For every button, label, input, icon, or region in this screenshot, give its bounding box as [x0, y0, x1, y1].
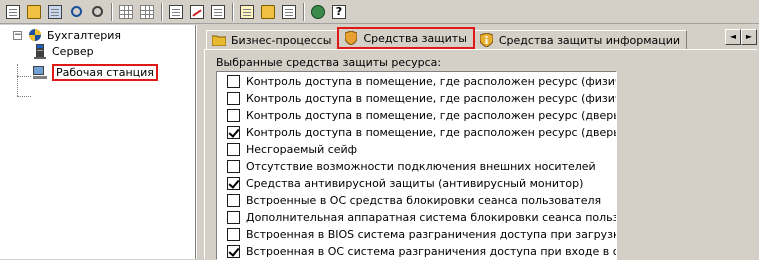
- tab-info-protection-tools[interactable]: Средства защиты информации: [473, 30, 688, 49]
- checkbox[interactable]: [227, 109, 240, 122]
- tab-label: Средства защиты: [363, 31, 467, 45]
- details-pane: Бизнес-процессы Средства защиты Средства…: [202, 25, 759, 260]
- folder-icon[interactable]: [238, 3, 256, 21]
- tree-connector: [17, 64, 18, 96]
- info-shield-icon: [480, 33, 494, 47]
- tab-label: Средства защиты информации: [498, 33, 681, 47]
- checkbox-checked[interactable]: [227, 126, 240, 139]
- list-item[interactable]: Контроль доступа в помещение, где распол…: [227, 107, 617, 124]
- tab-scroll-left-button[interactable]: ◄: [725, 29, 741, 45]
- list-item-label: Контроль доступа в помещение, где распол…: [246, 75, 616, 88]
- list-item[interactable]: Контроль доступа в помещение, где распол…: [227, 90, 616, 107]
- checkbox[interactable]: [227, 92, 240, 105]
- shield-icon: [344, 31, 358, 45]
- checkbox[interactable]: [227, 211, 240, 224]
- list-item[interactable]: Средства антивирусной защиты (антивирусн…: [227, 175, 583, 192]
- zoom-icon[interactable]: [88, 3, 106, 21]
- organization-icon: [27, 27, 43, 43]
- list-item-label: Несгораемый сейф: [246, 143, 358, 156]
- tab-business-processes[interactable]: Бизнес-процессы: [206, 30, 339, 49]
- list-item-label: Встроенная в ОС система разграничения до…: [246, 245, 616, 258]
- checkbox[interactable]: [227, 75, 240, 88]
- checkbox[interactable]: [227, 228, 240, 241]
- toolbar-separator: [161, 2, 163, 21]
- save-icon[interactable]: [46, 3, 64, 21]
- checkbox[interactable]: [227, 143, 240, 156]
- workstation-icon: [32, 64, 48, 80]
- main-toolbar: ?: [0, 0, 759, 24]
- grid-icon[interactable]: [117, 3, 135, 21]
- checkbox[interactable]: [227, 160, 240, 173]
- list-item[interactable]: Контроль доступа в помещение, где распол…: [227, 73, 616, 90]
- list-item[interactable]: Отсутствие возможности подключения внешн…: [227, 158, 596, 175]
- report-icon[interactable]: [259, 3, 277, 21]
- list-item[interactable]: Встроенные в ОС средства блокировки сеан…: [227, 192, 601, 209]
- tab-panel: Выбранные средства защиты ресурса: Контр…: [204, 49, 757, 260]
- server-icon: [32, 43, 48, 59]
- list-item-label: Контроль доступа в помещение, где распол…: [246, 109, 617, 122]
- help-icon: ?: [332, 4, 346, 19]
- list-item-label: Контроль доступа в помещение, где распол…: [246, 92, 616, 105]
- network-icon[interactable]: [309, 3, 327, 21]
- tree-connector: [17, 96, 31, 97]
- open-folder-icon[interactable]: [25, 3, 43, 21]
- list-item-label: Встроенная в BIOS система разграничения …: [246, 228, 617, 241]
- tree-node-server[interactable]: Сервер: [32, 42, 94, 60]
- list-item[interactable]: Встроенная в ОС система разграничения до…: [227, 243, 616, 259]
- protection-checklist[interactable]: Контроль доступа в помещение, где распол…: [216, 71, 617, 260]
- tree-node-label: Бухгалтерия: [47, 28, 122, 42]
- tree-node-workstation[interactable]: Рабочая станция: [32, 63, 158, 81]
- list-item[interactable]: Контроль доступа в помещение, где распол…: [227, 124, 617, 141]
- list-item[interactable]: Дополнительная аппаратная система блокир…: [227, 209, 616, 226]
- table-icon[interactable]: [138, 3, 156, 21]
- list-item-label: Встроенные в ОС средства блокировки сеан…: [246, 194, 602, 207]
- new-document-icon[interactable]: [4, 3, 22, 21]
- checkbox-checked[interactable]: [227, 245, 240, 258]
- tab-label: Бизнес-процессы: [231, 33, 332, 47]
- toolbar-separator: [303, 2, 305, 21]
- checkbox[interactable]: [227, 194, 240, 207]
- list-item[interactable]: Встроенная в BIOS система разграничения …: [227, 226, 617, 243]
- help-button[interactable]: ?: [330, 3, 348, 21]
- copy-icon[interactable]: [167, 3, 185, 21]
- list-icon[interactable]: [209, 3, 227, 21]
- edit-icon[interactable]: [188, 3, 206, 21]
- list-item-label: Контроль доступа в помещение, где распол…: [246, 126, 617, 139]
- list-item-label: Отсутствие возможности подключения внешн…: [246, 160, 596, 173]
- search-icon[interactable]: [67, 3, 85, 21]
- tree-connector: [17, 76, 31, 77]
- list-item-label: Дополнительная аппаратная система блокир…: [246, 211, 616, 224]
- folder-icon: [212, 33, 226, 47]
- tab-protection-tools[interactable]: Средства защиты: [337, 27, 475, 49]
- tab-strip: Бизнес-процессы Средства защиты Средства…: [206, 27, 688, 49]
- checkbox-checked[interactable]: [227, 177, 240, 190]
- resource-tree: − Бухгалтерия Сервер Рабочая станция: [0, 25, 196, 259]
- tab-scroll-buttons: ◄ ►: [725, 29, 757, 45]
- tab-scroll-right-button[interactable]: ►: [741, 29, 757, 45]
- tree-node-label-selected: Рабочая станция: [52, 63, 158, 81]
- tree-node-label: Сервер: [52, 44, 94, 58]
- toolbar-separator: [111, 2, 113, 21]
- notes-icon[interactable]: [280, 3, 298, 21]
- collapse-icon[interactable]: −: [13, 30, 22, 40]
- list-item[interactable]: Несгораемый сейф: [227, 141, 357, 158]
- toolbar-separator: [232, 2, 234, 21]
- panel-title: Выбранные средства защиты ресурса:: [216, 56, 442, 69]
- list-item-label: Средства антивирусной защиты (антивирусн…: [246, 177, 584, 190]
